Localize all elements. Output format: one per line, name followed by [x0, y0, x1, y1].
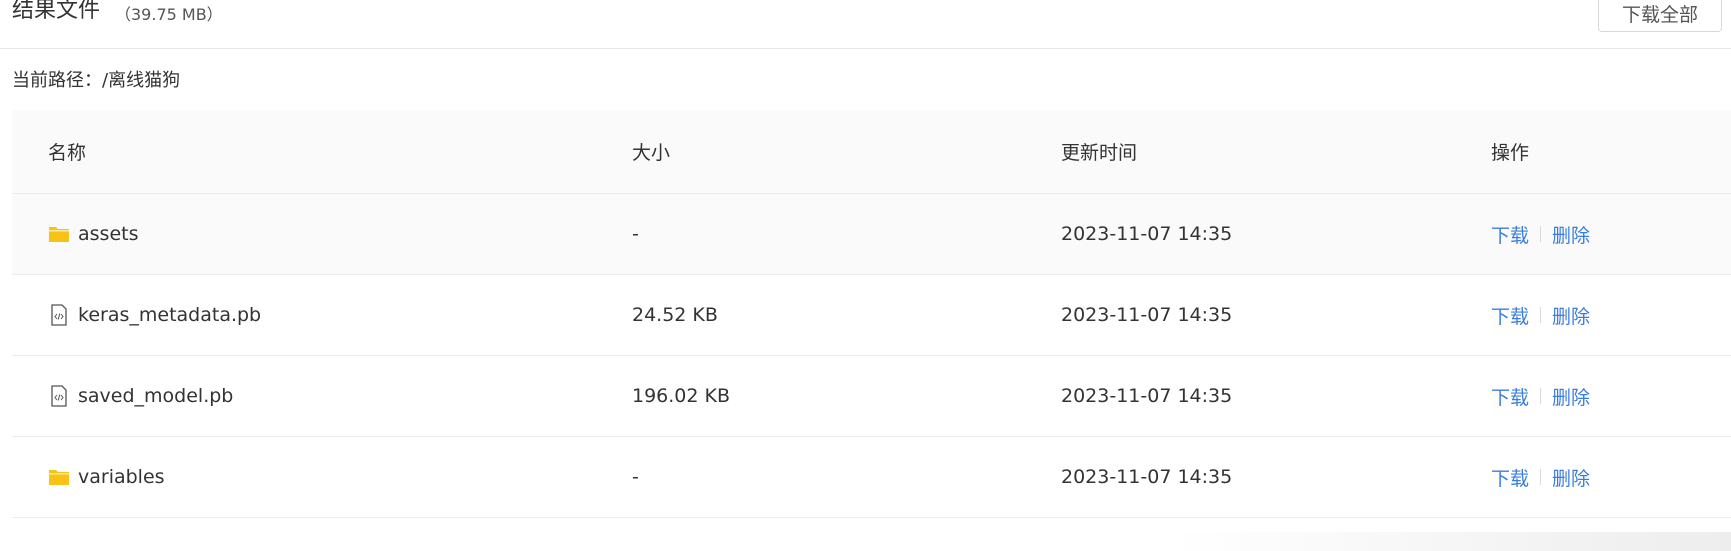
- actions-cell: 下载 删除: [1491, 194, 1590, 274]
- total-size: （39.75 MB）: [115, 5, 223, 24]
- code-file-icon: [48, 304, 70, 326]
- file-name: variables: [78, 466, 165, 488]
- file-name: saved_model.pb: [78, 385, 234, 407]
- table-row: saved_model.pb 196.02 KB 2023-11-07 14:3…: [12, 356, 1731, 437]
- delete-link[interactable]: 删除: [1552, 221, 1590, 248]
- code-file-icon: [48, 385, 70, 407]
- file-updated: 2023-11-07 14:35: [1061, 223, 1233, 245]
- actions-cell: 下载 删除: [1491, 275, 1590, 355]
- delete-link[interactable]: 删除: [1552, 383, 1590, 410]
- download-link[interactable]: 下载: [1491, 302, 1529, 329]
- action-divider: [1540, 226, 1542, 242]
- file-name-cell[interactable]: assets: [48, 194, 138, 274]
- file-name-cell[interactable]: keras_metadata.pb: [48, 275, 261, 355]
- action-divider: [1540, 469, 1542, 485]
- current-path: 当前路径：/离线猫狗: [12, 70, 181, 91]
- table-header-row: 名称 大小 更新时间 操作: [12, 110, 1731, 194]
- bottom-shadow: [1170, 532, 1731, 551]
- folder-icon: [48, 466, 70, 488]
- download-all-button[interactable]: 下载全部: [1598, 0, 1722, 32]
- column-header-actions: 操作: [1491, 142, 1530, 164]
- column-header-size: 大小: [632, 142, 671, 164]
- column-header-updated: 更新时间: [1061, 142, 1138, 164]
- action-divider: [1540, 307, 1542, 323]
- actions-cell: 下载 删除: [1491, 356, 1590, 436]
- action-divider: [1540, 388, 1542, 404]
- header-bar: 结果文件 （39.75 MB） 下载全部: [0, 0, 1731, 49]
- download-link[interactable]: 下载: [1491, 464, 1529, 491]
- file-size: -: [632, 223, 639, 245]
- delete-link[interactable]: 删除: [1552, 464, 1590, 491]
- file-updated: 2023-11-07 14:35: [1061, 466, 1233, 488]
- file-size: 24.52 KB: [632, 304, 718, 326]
- table-row: assets - 2023-11-07 14:35 下载 删除: [12, 194, 1731, 275]
- file-name: keras_metadata.pb: [78, 304, 262, 326]
- file-table: 名称 大小 更新时间 操作 assets - 2023-11-07 14:35 …: [12, 110, 1731, 518]
- table-row: keras_metadata.pb 24.52 KB 2023-11-07 14…: [12, 275, 1731, 356]
- file-name: assets: [78, 223, 139, 245]
- file-name-cell[interactable]: saved_model.pb: [48, 356, 233, 436]
- column-header-name: 名称: [48, 142, 87, 164]
- download-link[interactable]: 下载: [1491, 221, 1529, 248]
- folder-icon: [48, 223, 70, 245]
- file-size: 196.02 KB: [632, 385, 731, 407]
- delete-link[interactable]: 删除: [1552, 302, 1590, 329]
- result-files-page: 结果文件 （39.75 MB） 下载全部 当前路径：/离线猫狗 名称 大小 更新…: [0, 0, 1731, 551]
- file-size: -: [632, 466, 639, 488]
- table-row: variables - 2023-11-07 14:35 下载 删除: [12, 437, 1731, 518]
- file-updated: 2023-11-07 14:35: [1061, 385, 1233, 407]
- actions-cell: 下载 删除: [1491, 437, 1590, 517]
- page-title: 结果文件: [12, 0, 101, 23]
- download-link[interactable]: 下载: [1491, 383, 1529, 410]
- file-updated: 2023-11-07 14:35: [1061, 304, 1233, 326]
- file-name-cell[interactable]: variables: [48, 437, 165, 517]
